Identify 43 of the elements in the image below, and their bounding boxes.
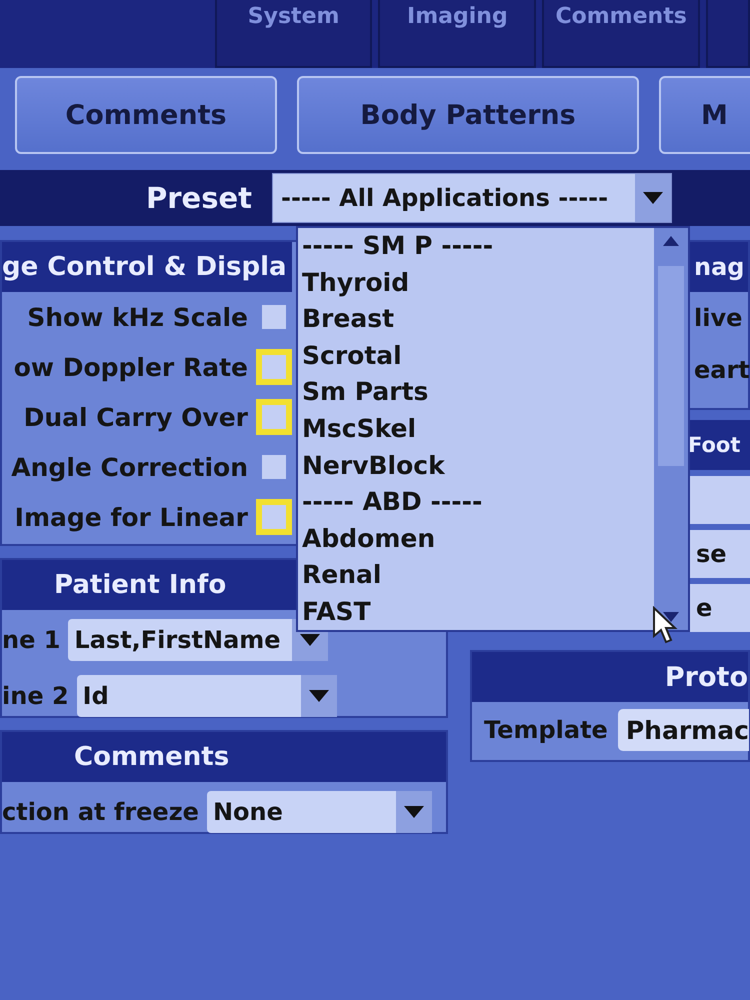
scroll-up-icon[interactable] <box>663 236 679 246</box>
mouse-pointer-icon <box>652 606 678 644</box>
menu-button[interactable]: M <box>659 76 750 154</box>
dropdown-option[interactable]: ----- ABD ----- <box>302 484 654 521</box>
option-label: Dual Carry Over <box>24 402 248 432</box>
dropdown-field[interactable]: Last,FirstName <box>68 619 328 661</box>
dropdown-arrow-icon <box>300 634 320 646</box>
panel-header: ge Control & Displa <box>2 242 292 292</box>
input-field[interactable]: Pharmac <box>618 709 749 751</box>
dropdown-option[interactable]: Breast <box>302 301 654 338</box>
dropdown-option[interactable]: Sm Parts <box>302 374 654 411</box>
top-tab[interactable] <box>706 0 750 68</box>
dropdown-field[interactable]: Id <box>76 675 337 717</box>
option-label: Angle Correction <box>11 452 248 482</box>
option-label: live <box>694 304 742 332</box>
preset-label: Preset <box>144 181 253 215</box>
field-label: ction at freeze <box>2 798 199 826</box>
panel-header: Comments <box>2 732 446 782</box>
option-label: Show kHz Scale <box>27 302 248 332</box>
top-tab[interactable]: Comments <box>542 0 700 68</box>
checkbox[interactable] <box>256 399 292 435</box>
menu-button[interactable]: Comments <box>15 76 277 154</box>
field-label: Template <box>484 716 608 744</box>
menu-button[interactable]: Body Patterns <box>297 76 639 154</box>
dropdown-option[interactable]: Scrotal <box>302 338 654 374</box>
top-tab[interactable]: System <box>214 0 372 68</box>
dropdown-arrow-icon <box>308 690 329 702</box>
dropdown-field[interactable]: None <box>206 791 432 833</box>
top-tab[interactable]: Imaging <box>378 0 536 68</box>
checkbox[interactable] <box>256 499 292 535</box>
dropdown-arrow-icon <box>404 806 424 818</box>
dropdown-option[interactable]: Abdomen <box>302 520 654 558</box>
checkbox[interactable] <box>256 349 292 385</box>
scroll-down-icon[interactable] <box>663 612 679 622</box>
option-label: Image for Linear <box>14 502 248 532</box>
field-label: ine 2 <box>2 682 69 710</box>
dropdown-arrow-icon <box>643 192 663 204</box>
field-label: ne 1 <box>2 626 60 654</box>
panel-header: Proto <box>472 652 748 702</box>
option-label: eart <box>694 356 750 384</box>
preset-dropdown[interactable]: ----- All Applications ----- <box>272 173 672 223</box>
option-label: ow Doppler Rate <box>14 352 248 382</box>
scrollbar[interactable] <box>654 228 688 630</box>
